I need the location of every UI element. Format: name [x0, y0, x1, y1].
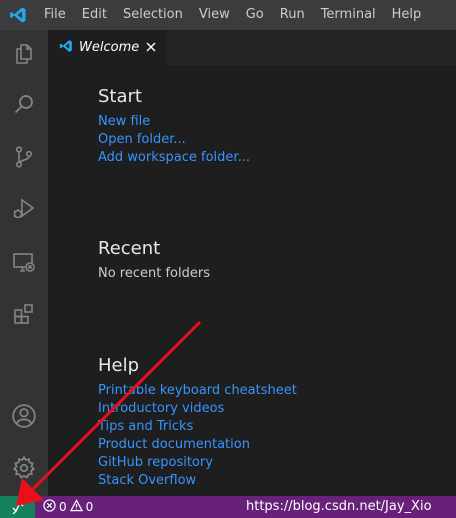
extensions-icon[interactable] [0, 290, 48, 338]
introductory-videos-link[interactable]: Introductory videos [98, 401, 224, 416]
tips-and-tricks-link[interactable]: Tips and Tricks [98, 419, 193, 434]
menu-run[interactable]: Run [272, 0, 313, 30]
vscode-logo-icon [59, 38, 73, 57]
menu-file[interactable]: File [36, 0, 74, 30]
menu-bar: File Edit Selection View Go Run Terminal… [36, 0, 429, 30]
menu-terminal[interactable]: Terminal [313, 0, 384, 30]
editor-tabs: Welcome [48, 30, 456, 65]
account-icon[interactable] [0, 392, 48, 440]
status-bar: 0 0 https://blog.csdn.net/Jay_Xio [0, 496, 456, 518]
error-count: 0 [59, 500, 67, 514]
recent-heading: Recent [98, 238, 161, 259]
stack-overflow-link[interactable]: Stack Overflow [98, 473, 196, 488]
warning-icon [69, 499, 83, 515]
help-heading: Help [98, 355, 140, 376]
warning-count: 0 [85, 500, 94, 514]
close-icon[interactable] [143, 39, 159, 55]
menu-edit[interactable]: Edit [74, 0, 115, 30]
github-repository-link[interactable]: GitHub repository [98, 455, 213, 470]
welcome-page: Start New file Open folder... Add worksp… [48, 65, 456, 496]
watermark-text: https://blog.csdn.net/Jay_Xio [246, 499, 432, 514]
activity-bar [0, 30, 48, 496]
title-bar: File Edit Selection View Go Run Terminal… [0, 0, 456, 30]
source-control-icon[interactable] [0, 133, 48, 181]
vscode-logo-icon [0, 0, 36, 30]
remote-explorer-icon[interactable] [0, 238, 48, 286]
problems-indicator[interactable]: 0 0 [43, 496, 93, 518]
search-icon[interactable] [0, 80, 48, 128]
tab-label: Welcome [79, 40, 140, 55]
menu-view[interactable]: View [191, 0, 238, 30]
menu-selection[interactable]: Selection [115, 0, 191, 30]
add-workspace-folder-link[interactable]: Add workspace folder... [98, 150, 250, 165]
open-folder-link[interactable]: Open folder... [98, 132, 186, 147]
error-icon [43, 499, 56, 515]
run-debug-icon[interactable] [0, 185, 48, 233]
keyboard-cheatsheet-link[interactable]: Printable keyboard cheatsheet [98, 383, 297, 398]
remote-indicator-icon[interactable] [0, 496, 35, 518]
tab-welcome[interactable]: Welcome [48, 30, 167, 65]
start-heading: Start [98, 86, 142, 107]
new-file-link[interactable]: New file [98, 114, 150, 129]
no-recent-folders-text: No recent folders [98, 266, 210, 281]
product-documentation-link[interactable]: Product documentation [98, 437, 250, 452]
menu-help[interactable]: Help [384, 0, 430, 30]
menu-go[interactable]: Go [238, 0, 272, 30]
settings-gear-icon[interactable] [0, 444, 48, 492]
explorer-icon[interactable] [0, 30, 48, 78]
